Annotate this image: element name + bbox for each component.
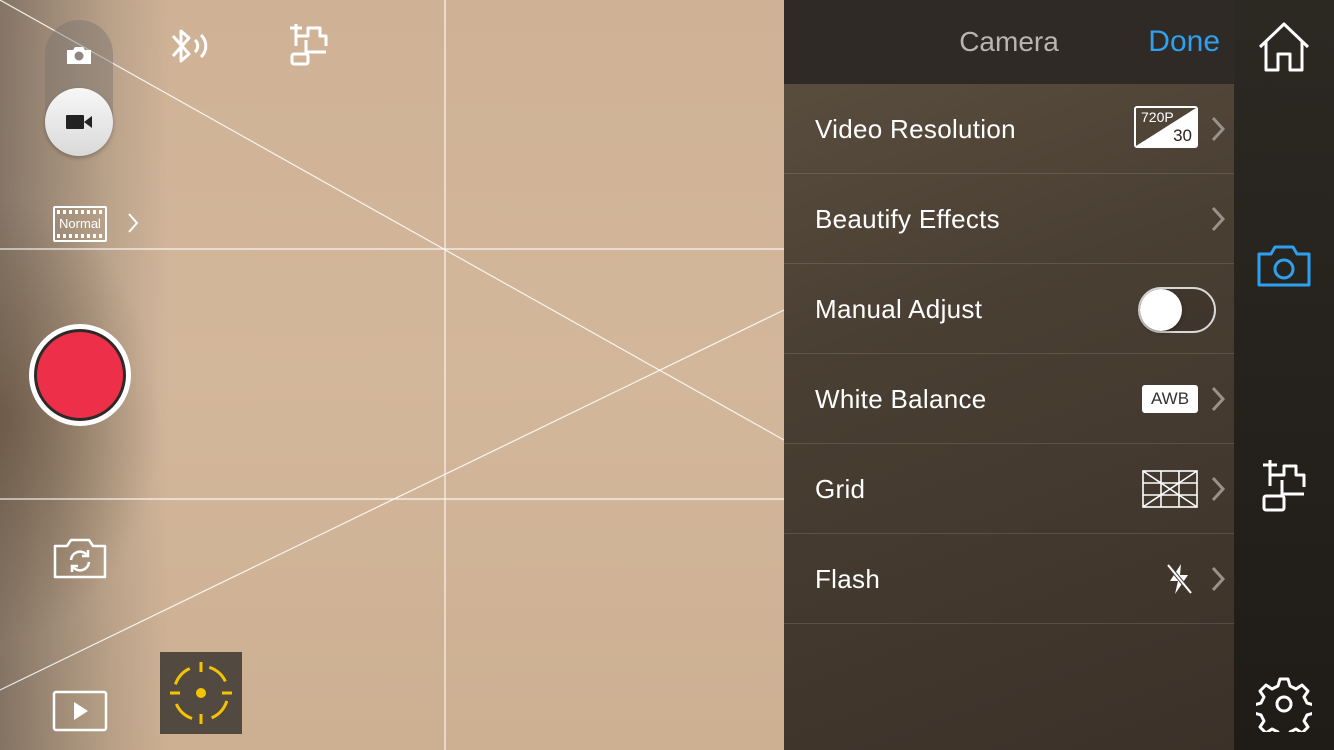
film-perforation-top — [57, 210, 103, 214]
framerate-value: 30 — [1173, 126, 1192, 145]
flash-off-icon — [1166, 563, 1193, 595]
grid-row[interactable]: Grid — [784, 444, 1234, 534]
video-mode-button[interactable] — [45, 88, 113, 156]
play-icon — [52, 690, 108, 732]
chevron-right-icon — [1211, 116, 1226, 142]
grid-icon — [1142, 470, 1198, 508]
gear-icon — [1256, 677, 1312, 732]
playback-button[interactable] — [52, 690, 108, 737]
right-navigation-rail — [1234, 0, 1334, 750]
filter-label: Normal — [59, 216, 101, 231]
filter-selector[interactable]: Normal — [53, 206, 107, 242]
flash-row[interactable]: Flash — [784, 534, 1234, 624]
home-icon — [1258, 22, 1310, 72]
resolution-value: 720P — [1141, 109, 1174, 125]
white-balance-row[interactable]: White Balance AWB — [784, 354, 1234, 444]
chevron-right-icon — [1211, 206, 1226, 232]
gimbal-button[interactable] — [288, 20, 332, 75]
bluetooth-icon — [171, 29, 208, 63]
resolution-badge: 720P 30 — [1134, 106, 1198, 148]
manual-adjust-toggle[interactable] — [1138, 287, 1216, 333]
manual-adjust-row: Manual Adjust — [784, 264, 1234, 354]
camera-icon — [67, 47, 91, 64]
camera-settings-panel: Camera Done Video Resolution 720P 30 Bea… — [784, 0, 1234, 750]
done-button[interactable]: Done — [1148, 25, 1220, 59]
gimbal-icon — [1262, 460, 1306, 512]
general-settings-tab[interactable] — [1234, 674, 1334, 734]
camera-icon — [1257, 245, 1311, 287]
switch-camera-button[interactable] — [52, 536, 108, 585]
camera-settings-tab[interactable] — [1234, 240, 1334, 290]
focus-target-button[interactable] — [160, 652, 242, 734]
chevron-right-icon[interactable] — [126, 210, 140, 243]
record-ring — [34, 329, 126, 421]
chevron-right-icon — [1211, 476, 1226, 502]
record-icon — [37, 332, 123, 418]
video-resolution-row[interactable]: Video Resolution 720P 30 — [784, 84, 1234, 174]
gimbal-icon — [290, 24, 328, 66]
beautify-effects-row[interactable]: Beautify Effects — [784, 174, 1234, 264]
white-balance-badge: AWB — [1142, 385, 1198, 413]
row-label: White Balance — [815, 384, 987, 414]
gimbal-settings-tab[interactable] — [1234, 454, 1334, 514]
toggle-knob — [1140, 289, 1182, 331]
row-label: Grid — [815, 474, 866, 504]
record-button[interactable] — [29, 324, 131, 426]
row-label: Manual Adjust — [815, 294, 983, 324]
chevron-right-icon — [1211, 386, 1226, 412]
switch-camera-icon — [53, 538, 107, 579]
video-camera-icon — [66, 115, 92, 129]
bluetooth-button[interactable] — [165, 24, 215, 73]
row-label: Flash — [815, 564, 881, 594]
capture-mode-switch — [45, 20, 113, 156]
panel-header: Camera Done — [784, 0, 1234, 84]
chevron-right-icon — [1211, 566, 1226, 592]
photo-mode-button[interactable] — [45, 34, 113, 76]
row-label: Beautify Effects — [815, 204, 1000, 234]
focus-target-icon — [170, 662, 232, 724]
home-button[interactable] — [1234, 20, 1334, 76]
film-perforation-bottom — [57, 234, 103, 238]
row-label: Video Resolution — [815, 114, 1016, 144]
